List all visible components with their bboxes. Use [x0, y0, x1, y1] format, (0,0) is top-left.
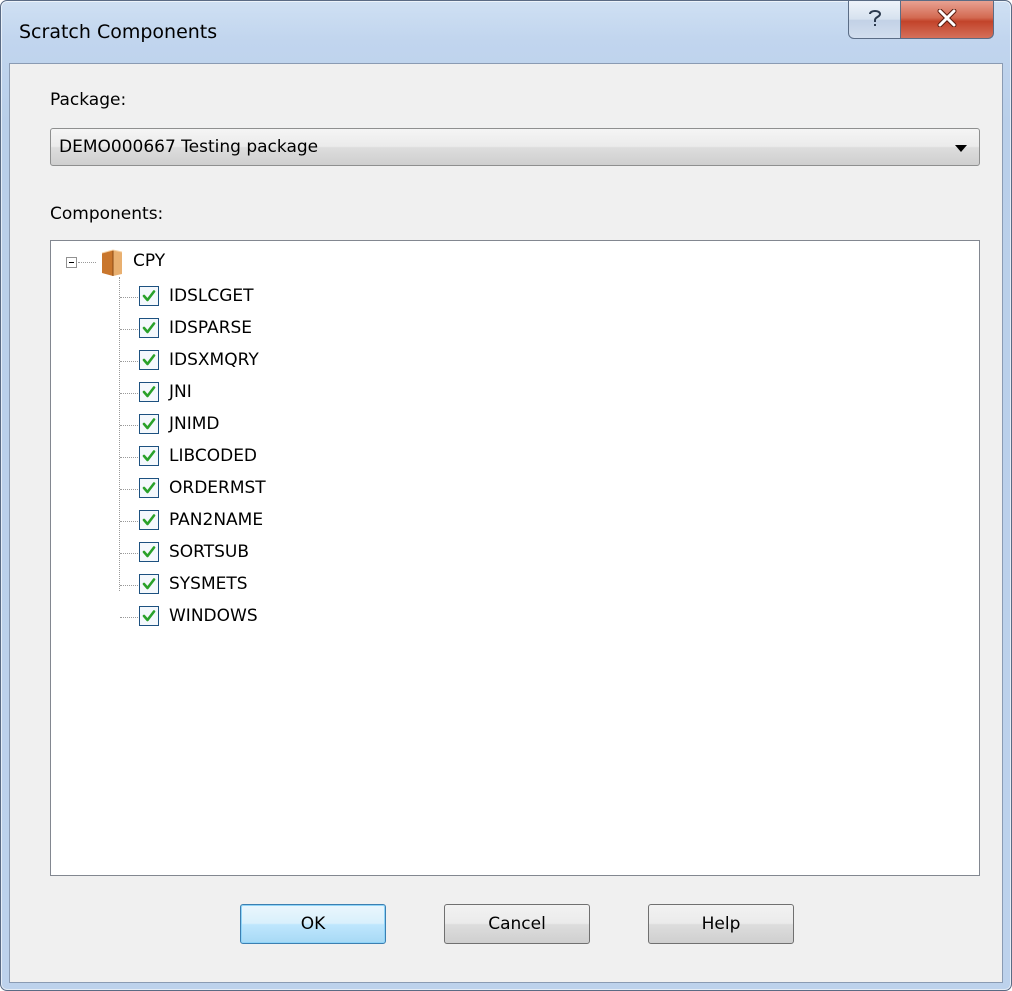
chevron-down-icon	[955, 145, 967, 152]
checkmark-icon	[142, 290, 156, 302]
tree-item-label: SYSMETS	[169, 574, 248, 594]
package-dropdown[interactable]: DEMO000667 Testing package	[50, 128, 980, 166]
components-label: Components:	[50, 204, 164, 224]
tree-connector	[120, 425, 138, 426]
question-mark-icon	[867, 8, 883, 32]
tree-item[interactable]: SYSMETS	[139, 571, 439, 599]
tree-connector	[120, 393, 138, 394]
tree-item-label: IDSLCGET	[169, 286, 254, 306]
tree-connector	[120, 617, 138, 618]
checkmark-icon	[142, 578, 156, 590]
checkmark-icon	[142, 322, 156, 334]
package-dropdown-value: DEMO000667 Testing package	[59, 137, 319, 157]
tree-item[interactable]: SORTSUB	[139, 539, 439, 567]
tree-item-label: JNI	[169, 382, 192, 402]
checkmark-icon	[142, 610, 156, 622]
checkbox[interactable]	[139, 606, 159, 626]
tree-connector	[120, 297, 138, 298]
checkbox[interactable]	[139, 478, 159, 498]
tree-item-label: IDSPARSE	[169, 318, 253, 338]
tree-item-label: SORTSUB	[169, 542, 250, 562]
tree-item[interactable]: IDSXMQRY	[139, 347, 439, 375]
ok-button[interactable]: OK	[240, 904, 386, 944]
checkmark-icon	[142, 482, 156, 494]
tree-connector	[78, 262, 96, 263]
help-caption-button[interactable]	[848, 1, 901, 39]
checkbox[interactable]	[139, 542, 159, 562]
tree-item[interactable]: PAN2NAME	[139, 507, 439, 535]
help-button[interactable]: Help	[648, 904, 794, 944]
tree-connector	[120, 521, 138, 522]
close-x-icon	[937, 8, 957, 31]
tree-item[interactable]: JNI	[139, 379, 439, 407]
tree-item[interactable]: IDSPARSE	[139, 315, 439, 343]
tree-item-label: JNIMD	[169, 414, 220, 434]
tree-connector	[120, 585, 138, 586]
checkmark-icon	[142, 354, 156, 366]
tree-item-label: WINDOWS	[169, 606, 258, 626]
checkmark-icon	[142, 386, 156, 398]
tree-item[interactable]: IDSLCGET	[139, 283, 439, 311]
checkmark-icon	[142, 418, 156, 430]
components-tree[interactable]: CPY IDSLCGET IDSPARSE IDSXMQRY JNI JNIMD LIBC…	[50, 240, 980, 876]
checkmark-icon	[142, 546, 156, 558]
tree-connector	[120, 489, 138, 490]
tree-connector	[119, 277, 120, 591]
tree-connector	[120, 361, 138, 362]
tree-item[interactable]: ORDERMST	[139, 475, 439, 503]
package-label: Package:	[50, 90, 127, 110]
tree-connector	[120, 329, 138, 330]
checkbox[interactable]	[139, 382, 159, 402]
checkbox[interactable]	[139, 574, 159, 594]
checkbox[interactable]	[139, 510, 159, 530]
dialog-body: Package: DEMO000667 Testing package Comp…	[9, 63, 1003, 983]
tree-item-label: IDSXMQRY	[169, 350, 259, 370]
checkbox[interactable]	[139, 446, 159, 466]
checkbox[interactable]	[139, 350, 159, 370]
tree-root-label: CPY	[133, 251, 166, 271]
close-caption-button[interactable]	[900, 1, 994, 39]
cancel-button[interactable]: Cancel	[444, 904, 590, 944]
tree-item[interactable]: WINDOWS	[139, 603, 439, 631]
checkbox[interactable]	[139, 318, 159, 338]
tree-item-label: PAN2NAME	[169, 510, 264, 530]
checkbox[interactable]	[139, 414, 159, 434]
tree-item-label: ORDERMST	[169, 478, 266, 498]
dialog-window: Scratch Components Package: DEMO000667 T…	[0, 0, 1012, 991]
window-title: Scratch Components	[19, 21, 218, 43]
checkmark-icon	[142, 450, 156, 462]
checkmark-icon	[142, 514, 156, 526]
collapse-icon[interactable]	[66, 257, 77, 268]
tree-connector	[120, 553, 138, 554]
tree-item[interactable]: JNIMD	[139, 411, 439, 439]
title-bar[interactable]: Scratch Components	[1, 1, 1011, 63]
tree-item[interactable]: LIBCODED	[139, 443, 439, 471]
tree-connector	[120, 457, 138, 458]
folder-icon	[99, 249, 125, 277]
tree-item-label: LIBCODED	[169, 446, 258, 466]
checkbox[interactable]	[139, 286, 159, 306]
